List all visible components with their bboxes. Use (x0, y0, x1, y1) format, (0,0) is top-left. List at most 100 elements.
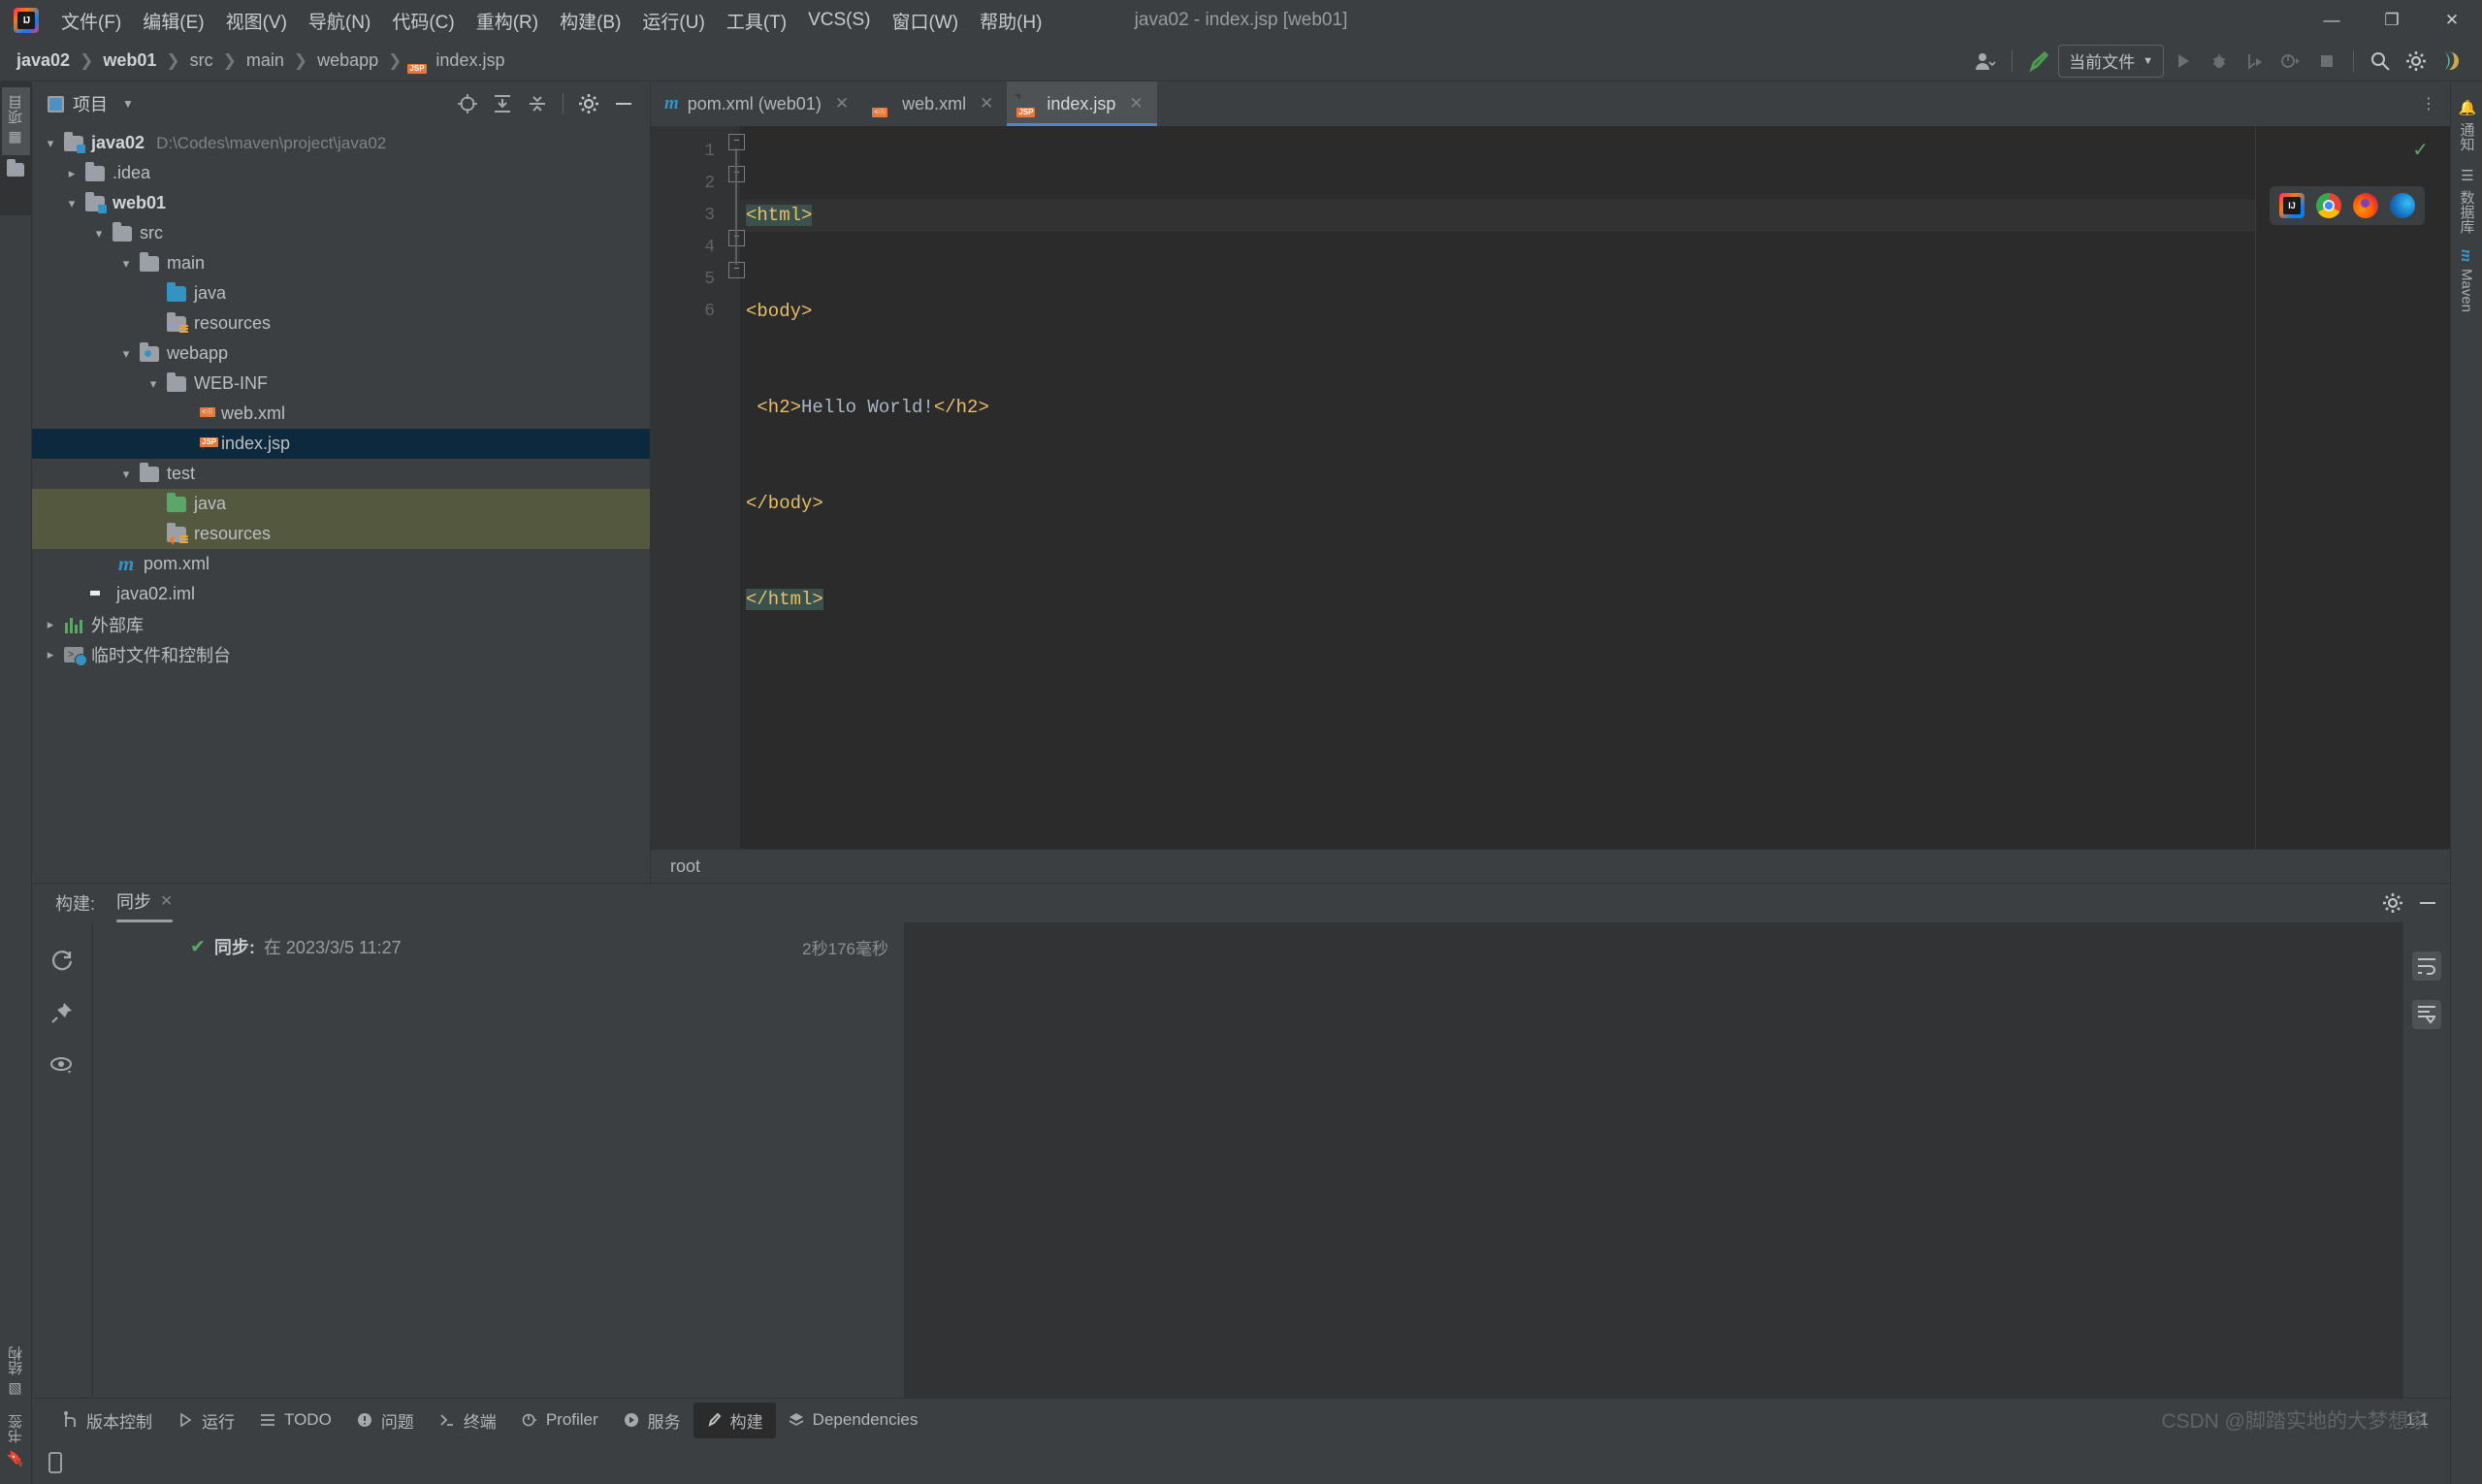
sidebar-item-maven[interactable]: m Maven (2453, 242, 2480, 319)
breadcrumb-item-webapp[interactable]: webapp (314, 48, 381, 73)
menu-edit[interactable]: 编辑(E) (132, 4, 214, 38)
debug-icon[interactable] (2203, 47, 2236, 76)
editor-tabs-more-icon[interactable]: ⋮ (2421, 81, 2450, 126)
menu-view[interactable]: 视图(V) (215, 4, 298, 38)
breadcrumb-item-src[interactable]: src (187, 48, 216, 73)
scroll-to-end-icon[interactable] (2412, 1000, 2441, 1029)
status-button-profiler[interactable]: Profiler (509, 1404, 611, 1436)
tree-node-java02[interactable]: ▾ java02 D:\Codes\maven\project\java02 (32, 128, 650, 158)
menu-file[interactable]: 文件(F) (50, 4, 132, 38)
tree-node-test[interactable]: ▾ test (32, 459, 650, 489)
tree-node-test-resources[interactable]: resources (32, 519, 650, 549)
status-button-terminal[interactable]: 终端 (427, 1403, 509, 1438)
sidebar-item-bookmarks[interactable]: 🔖 书签 (2, 1406, 30, 1474)
search-icon[interactable] (2364, 47, 2397, 76)
settings-gear-icon[interactable] (572, 89, 605, 118)
chevron-down-icon[interactable]: ▼ (122, 97, 134, 111)
project-tree[interactable]: ▾ java02 D:\Codes\maven\project\java02 ▸… (32, 126, 650, 883)
menu-navigate[interactable]: 导航(N) (298, 4, 381, 38)
caret-position[interactable]: 1:1 (2405, 1410, 2429, 1430)
tree-node-pomxml[interactable]: m pom.xml (32, 549, 650, 579)
tree-node-scratches-consoles[interactable]: ▸ >_ 临时文件和控制台 (32, 639, 650, 669)
hide-panel-icon[interactable] (2417, 892, 2438, 914)
close-icon[interactable]: ✕ (835, 94, 849, 113)
tree-node-webxml[interactable]: <☉ web.xml (32, 399, 650, 429)
code-content[interactable]: <html> <body> <h2>Hello World!</h2> </bo… (740, 126, 2255, 849)
menu-code[interactable]: 代码(C) (381, 4, 465, 38)
chevron-down-icon[interactable]: ▾ (115, 346, 137, 362)
menu-refactor[interactable]: 重构(R) (466, 4, 549, 38)
tree-node-java02iml[interactable]: java02.iml (32, 579, 650, 609)
mobile-preview-icon[interactable] (46, 1451, 65, 1474)
sidebar-item-structure[interactable]: ▧ 结构 (2, 1339, 30, 1406)
breadcrumb-item-java02[interactable]: java02 (14, 48, 73, 73)
status-button-services[interactable]: 服务 (611, 1403, 693, 1438)
hide-panel-icon[interactable] (607, 89, 640, 118)
locate-icon[interactable] (451, 89, 484, 118)
sidebar-item-database[interactable]: ☰ 数据库 (2453, 159, 2481, 242)
code-folding-gutter[interactable]: − − − − (726, 126, 745, 849)
close-button[interactable]: ✕ (2422, 0, 2482, 41)
breadcrumb-item-main[interactable]: main (243, 48, 287, 73)
status-button-run[interactable]: 运行 (165, 1403, 247, 1438)
eye-filter-icon[interactable] (49, 1052, 75, 1078)
firefox-icon[interactable] (2353, 193, 2378, 218)
close-icon[interactable]: ✕ (980, 94, 993, 113)
tree-node-web01[interactable]: ▾ web01 (32, 188, 650, 218)
run-icon[interactable] (2167, 47, 2200, 76)
tree-node-main-resources[interactable]: resources (32, 308, 650, 339)
tree-node-webinf[interactable]: ▾ WEB-INF (32, 369, 650, 399)
build-output-console[interactable] (905, 922, 2402, 1398)
menu-build[interactable]: 构建(B) (549, 4, 631, 38)
tree-node-idea[interactable]: ▸ .idea (32, 158, 650, 188)
sidebar-item-project[interactable]: ▦ 项目 (1, 87, 30, 155)
settings-gear-icon[interactable] (2382, 892, 2403, 914)
build-output-tree[interactable]: ✔ 同步: 在 2023/3/5 11:27 2秒176毫秒 (93, 922, 905, 1398)
chevron-down-icon[interactable]: ▾ (61, 196, 82, 211)
code-editor[interactable]: 1 2 3 4 5 6 − − − − (651, 126, 2450, 849)
menu-help[interactable]: 帮助(H) (969, 4, 1052, 38)
run-configuration-selector[interactable]: 当前文件 ▼ (2058, 44, 2164, 78)
chevron-right-icon[interactable]: ▸ (40, 647, 61, 662)
inspection-status-icon[interactable]: ✓ (2412, 138, 2429, 162)
ide-assistant-icon[interactable] (2435, 47, 2468, 76)
chrome-icon[interactable] (2316, 193, 2341, 218)
status-button-problems[interactable]: 问题 (344, 1403, 427, 1438)
soft-wrap-icon[interactable] (2412, 952, 2441, 981)
tab-pom-xml[interactable]: m pom.xml (web01) ✕ (651, 81, 862, 126)
run-coverage-icon[interactable] (2239, 47, 2272, 76)
pin-icon[interactable] (49, 1000, 75, 1025)
build-row[interactable]: ✔ 同步: 在 2023/3/5 11:27 2秒176毫秒 (93, 930, 904, 963)
tree-node-main-java[interactable]: java (32, 278, 650, 308)
tree-node-main[interactable]: ▾ main (32, 248, 650, 278)
close-icon[interactable]: ✕ (160, 891, 173, 911)
tree-node-external-libraries[interactable]: ▸ 外部库 (32, 609, 650, 639)
status-button-version-control[interactable]: 版本控制 (49, 1403, 165, 1438)
menu-run[interactable]: 运行(U) (631, 4, 715, 38)
sidebar-item-commit[interactable] (3, 155, 28, 184)
edge-icon[interactable] (2390, 193, 2415, 218)
breadcrumb-item-indexjsp[interactable]: JSP index.jsp (407, 48, 507, 74)
profiler-icon[interactable] (2274, 47, 2307, 76)
tab-web-xml[interactable]: <☉ web.xml ✕ (862, 81, 1007, 126)
project-panel-title[interactable]: 项目 ▼ (48, 91, 134, 116)
build-hammer-icon[interactable] (2022, 47, 2055, 76)
settings-gear-icon[interactable] (2400, 47, 2433, 76)
chevron-down-icon[interactable]: ▾ (40, 136, 61, 151)
tree-node-src[interactable]: ▾ src (32, 218, 650, 248)
menu-window[interactable]: 窗口(W) (881, 4, 969, 38)
tree-node-webapp[interactable]: ▾ webapp (32, 339, 650, 369)
tree-node-indexjsp[interactable]: JSP index.jsp (32, 429, 650, 459)
tree-node-test-java[interactable]: java (32, 489, 650, 519)
intellij-browser-icon[interactable] (2279, 193, 2305, 218)
menu-tools[interactable]: 工具(T) (716, 4, 797, 38)
sidebar-item-notifications[interactable]: 🔔 通知 (2453, 91, 2481, 159)
status-button-dependencies[interactable]: Dependencies (776, 1404, 931, 1436)
chevron-down-icon[interactable]: ▾ (115, 467, 137, 482)
chevron-down-icon[interactable]: ▾ (143, 376, 164, 392)
close-icon[interactable]: ✕ (1129, 94, 1143, 113)
chevron-right-icon[interactable]: ▸ (40, 617, 61, 632)
stop-icon[interactable] (2310, 47, 2343, 76)
status-button-todo[interactable]: TODO (247, 1404, 344, 1436)
menu-vcs[interactable]: VCS(S) (797, 6, 881, 35)
